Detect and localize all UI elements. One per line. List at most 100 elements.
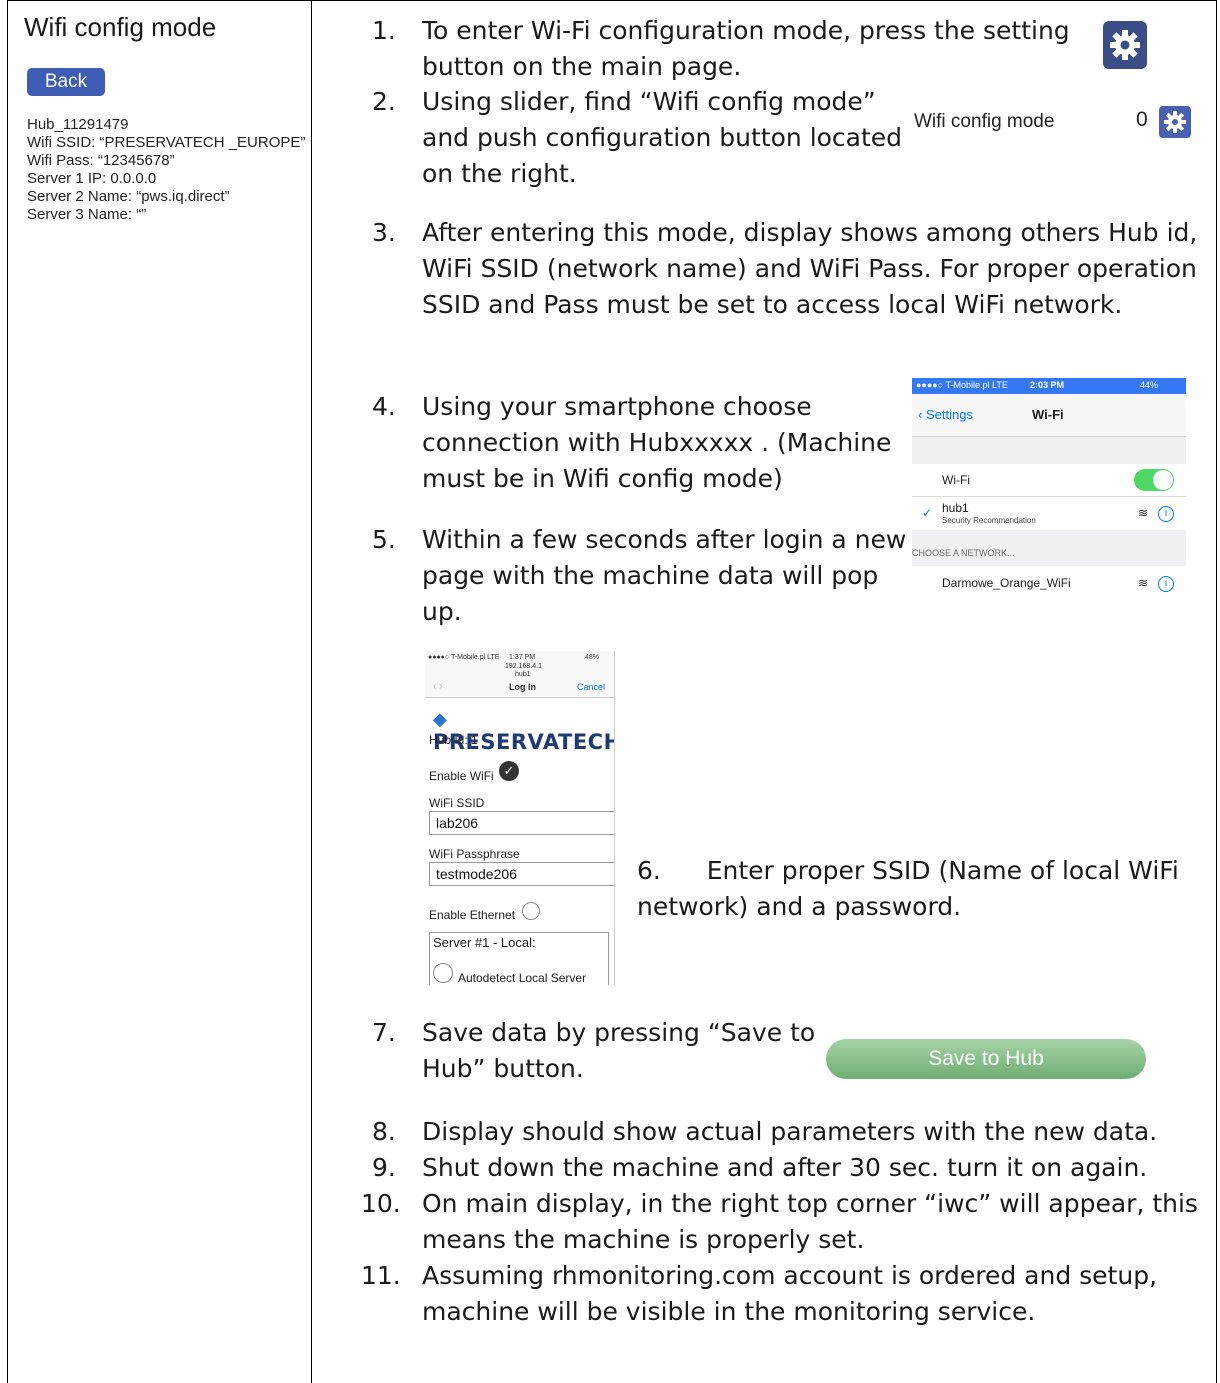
step-text: Display should show actual parameters wi…: [422, 1114, 1157, 1150]
step-line: on the right.: [422, 159, 577, 188]
autodetect-label: Autodetect Local Server: [458, 971, 587, 985]
address-text: 192.168.4.1: [505, 663, 542, 670]
step-text: Using your smartphone choose connection …: [422, 389, 891, 497]
nav-arrows-icon[interactable]: ‹ ›: [433, 681, 442, 692]
back-button[interactable]: Back: [27, 68, 105, 96]
step-number: 9.: [372, 1153, 396, 1182]
network-row-orange[interactable]: Darmowe_Orange_WiFi ≋ i: [912, 566, 1186, 600]
step-line: page with the machine data will pop: [422, 561, 879, 590]
step-number: 4.: [372, 392, 396, 421]
network-name: Darmowe_Orange_WiFi: [942, 576, 1071, 590]
step-text: Save data by pressing “Save to Hub” butt…: [422, 1015, 815, 1087]
step-number: 10.: [361, 1189, 401, 1218]
ios-status-bar: ●●●●○ T-Mobile.pl LTE 2:03 PM 44%: [912, 378, 1186, 394]
ios-back-button[interactable]: ‹ Settings: [918, 407, 973, 422]
step-text: Assuming rhmonitoring.com account is ord…: [422, 1258, 1157, 1330]
step-number: 6.: [637, 856, 661, 885]
wifi-label: Wi-Fi: [942, 473, 970, 487]
wifi-config-label: Wifi config mode: [914, 111, 1055, 132]
info-icon[interactable]: i: [1158, 576, 1174, 592]
wifi-signal-icon: ≋: [1137, 576, 1148, 590]
step-number: 8.: [372, 1117, 396, 1146]
section-header: CHOOSE A NETWORK...: [912, 530, 1186, 566]
carrier-text: ●●●●○ T-Mobile.pl LTE: [428, 654, 500, 661]
ssid-input[interactable]: lab206: [429, 811, 614, 835]
hub-info-line: Hub_11291479: [27, 116, 129, 133]
checkmark-icon[interactable]: ✓: [499, 761, 519, 781]
server1-label: Server #1 - Local:: [433, 935, 536, 950]
network-sub: Security Recommendation: [942, 516, 1036, 525]
wifi-toggle-row: Wi-Fi: [912, 464, 1186, 497]
step-line: network) and a password.: [637, 892, 962, 921]
step-text: After entering this mode, display shows …: [422, 215, 1197, 323]
ios-back-label: Settings: [925, 407, 973, 422]
passphrase-input[interactable]: testmode206: [429, 862, 614, 886]
toggle-knob: [1153, 470, 1173, 490]
step-line: On main display, in the right top corner…: [422, 1189, 1198, 1218]
ios-nav-title: Wi-Fi: [1032, 407, 1064, 422]
autodetect-radio[interactable]: [433, 963, 453, 983]
step-text: To enter Wi-Fi configuration mode, press…: [422, 13, 1070, 85]
time-text: 2:03 PM: [1030, 380, 1065, 390]
info-icon[interactable]: i: [1158, 506, 1174, 522]
passphrase-label: WiFi Passphrase: [429, 847, 520, 861]
step-line: After entering this mode, display shows …: [422, 218, 1198, 247]
preservatech-login-screenshot: ●●●●○ T-Mobile.pl LTE 1:37 PM 48% 192.16…: [425, 651, 615, 985]
left-title: Wifi config mode: [24, 12, 217, 42]
network-row-hub1[interactable]: ✓ hub1 Security Recommendation ≋ i: [912, 497, 1186, 530]
step-line: Hub” button.: [422, 1054, 584, 1083]
step-line: machine will be visible in the monitorin…: [422, 1297, 1036, 1326]
step-line: Within a few seconds after login a new: [422, 525, 907, 554]
save-to-hub-button[interactable]: Save to Hub: [826, 1039, 1146, 1079]
step-number: 3.: [372, 218, 396, 247]
wifi-toggle[interactable]: [1134, 469, 1174, 491]
step-line: and push configuration button located: [422, 123, 903, 152]
hub-id-label: Hub Id: 1: [429, 733, 478, 747]
step-line: button on the main page.: [422, 52, 742, 81]
checkmark-icon: ✓: [922, 506, 933, 520]
battery-text: 44%: [1140, 380, 1159, 390]
hub-info-line: Server 2 Name: “pws.iq.direct”: [27, 188, 230, 205]
wifi-config-value: 0: [1136, 108, 1148, 131]
step-line: Using your smartphone choose: [422, 392, 812, 421]
column-divider: [311, 0, 312, 1383]
step-line: up.: [422, 597, 462, 626]
step-text: Using slider, find “Wifi config mode” an…: [422, 84, 902, 192]
step-line: connection with Hubxxxxx . (Machine: [422, 428, 892, 457]
page: Wifi config mode Back Hub_11291479 Wifi …: [0, 0, 1220, 1383]
enable-ethernet-label: Enable Ethernet: [429, 908, 516, 922]
battery-text: 48%: [585, 654, 600, 661]
step-number: 11.: [361, 1261, 401, 1290]
step-line: Save data by pressing “Save to: [422, 1018, 816, 1047]
step-number: 1.: [372, 16, 396, 45]
time-text: 1:37 PM: [509, 654, 536, 661]
step-text: Shut down the machine and after 30 sec. …: [422, 1150, 1147, 1186]
ios-wifi-screenshot: ●●●●○ T-Mobile.pl LTE 2:03 PM 44% ‹ Sett…: [912, 378, 1186, 600]
hub-info-line: Server 3 Name: “”: [27, 206, 147, 223]
drop-logo-icon: ◆: [433, 709, 448, 730]
step-line: Enter proper SSID (Name of local WiFi: [667, 856, 1179, 885]
gear-icon: [1103, 21, 1147, 69]
step-number: 7.: [372, 1018, 396, 1047]
step-number: 2.: [372, 87, 396, 116]
step-line: To enter Wi-Fi configuration mode, press…: [422, 16, 1070, 45]
server-panel: Server #1 - Local: Autodetect Local Serv…: [429, 932, 609, 985]
hub-info-line: Wifi SSID: “PRESERVATECH _EUROPE”: [27, 134, 306, 151]
login-title: Log In: [509, 682, 536, 692]
network-name: hub1: [942, 501, 969, 515]
ethernet-radio[interactable]: [522, 902, 540, 920]
step-line: must be in Wifi config mode): [422, 464, 783, 493]
carrier-text: ●●●●○ T-Mobile.pl LTE: [916, 380, 1008, 390]
ssid-label: WiFi SSID: [429, 796, 485, 810]
cancel-button[interactable]: Cancel: [577, 682, 605, 692]
step-line: Display should show actual parameters wi…: [422, 1117, 1158, 1146]
browser-status-bar: ●●●●○ T-Mobile.pl LTE 1:37 PM 48% 192.16…: [425, 651, 614, 698]
gear-icon: [1159, 106, 1191, 138]
wifi-signal-icon: ≋: [1137, 506, 1148, 520]
hub-info-line: Wifi Pass: “12345678”: [27, 152, 175, 169]
step-line: Using slider, find “Wifi config mode”: [422, 87, 876, 116]
step-text: On main display, in the right top corner…: [422, 1186, 1198, 1258]
hub-info-line: Server 1 IP: 0.0.0.0: [27, 170, 157, 187]
step-line: WiFi SSID (network name) and WiFi Pass. …: [422, 254, 1197, 283]
step-line: Assuming rhmonitoring.com account is ord…: [422, 1261, 1158, 1290]
